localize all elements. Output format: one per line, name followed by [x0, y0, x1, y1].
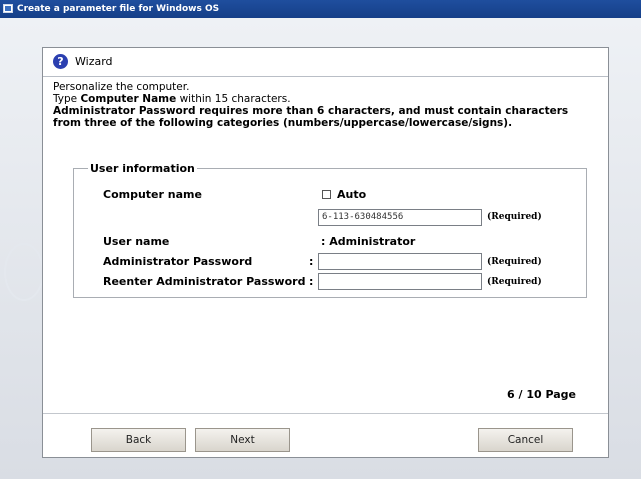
page-indicator: 6 / 10 Page	[507, 388, 576, 401]
cancel-button[interactable]: Cancel	[478, 428, 573, 452]
back-button[interactable]: Back	[91, 428, 186, 452]
admin-password-required: (Required)	[487, 257, 542, 267]
window-title: Create a parameter file for Windows OS	[17, 4, 220, 14]
instruction-line-4: from three of the following categories (…	[53, 117, 513, 129]
reenter-password-field[interactable]	[318, 273, 482, 290]
admin-password-field[interactable]	[318, 253, 482, 270]
computer-name-emphasis: Computer Name	[80, 93, 177, 105]
back-arrow-circle-icon	[4, 243, 44, 301]
group-legend: User information	[88, 162, 197, 175]
user-name-value: : Administrator	[321, 235, 416, 248]
reenter-password-colon: :	[309, 275, 314, 288]
instructions: Personalize the computer. Type Computer …	[53, 81, 601, 129]
auto-checkbox[interactable]	[322, 190, 331, 199]
computer-name-required: (Required)	[487, 212, 542, 222]
instruction-line-3: Administrator Password requires more tha…	[53, 105, 569, 117]
window-title-bar: Create a parameter file for Windows OS	[0, 0, 641, 18]
reenter-password-required: (Required)	[487, 277, 542, 287]
user-information-group: User information Computer name : Auto 6-…	[73, 162, 587, 298]
auto-checkbox-label: Auto	[337, 188, 367, 201]
computer-name-field[interactable]: 6-113-630484556	[318, 209, 482, 226]
dialog-title: Wizard	[75, 55, 113, 68]
dialog-title-bar: ? Wizard	[43, 48, 608, 77]
instruction-line-1: Personalize the computer.	[53, 81, 190, 93]
next-button[interactable]: Next	[195, 428, 290, 452]
computer-name-label: Computer name	[103, 188, 202, 201]
help-icon: ?	[53, 54, 68, 69]
app-icon	[3, 4, 13, 13]
reenter-password-label: Reenter Administrator Password	[103, 275, 306, 288]
user-name-label: User name	[103, 235, 170, 248]
admin-password-colon: :	[309, 255, 314, 268]
footer-divider	[43, 413, 608, 414]
admin-password-label: Administrator Password	[103, 255, 253, 268]
instruction-line-2: Type Computer Name within 15 characters.	[53, 93, 291, 105]
wizard-dialog: ? Wizard Personalize the computer. Type …	[42, 47, 609, 458]
